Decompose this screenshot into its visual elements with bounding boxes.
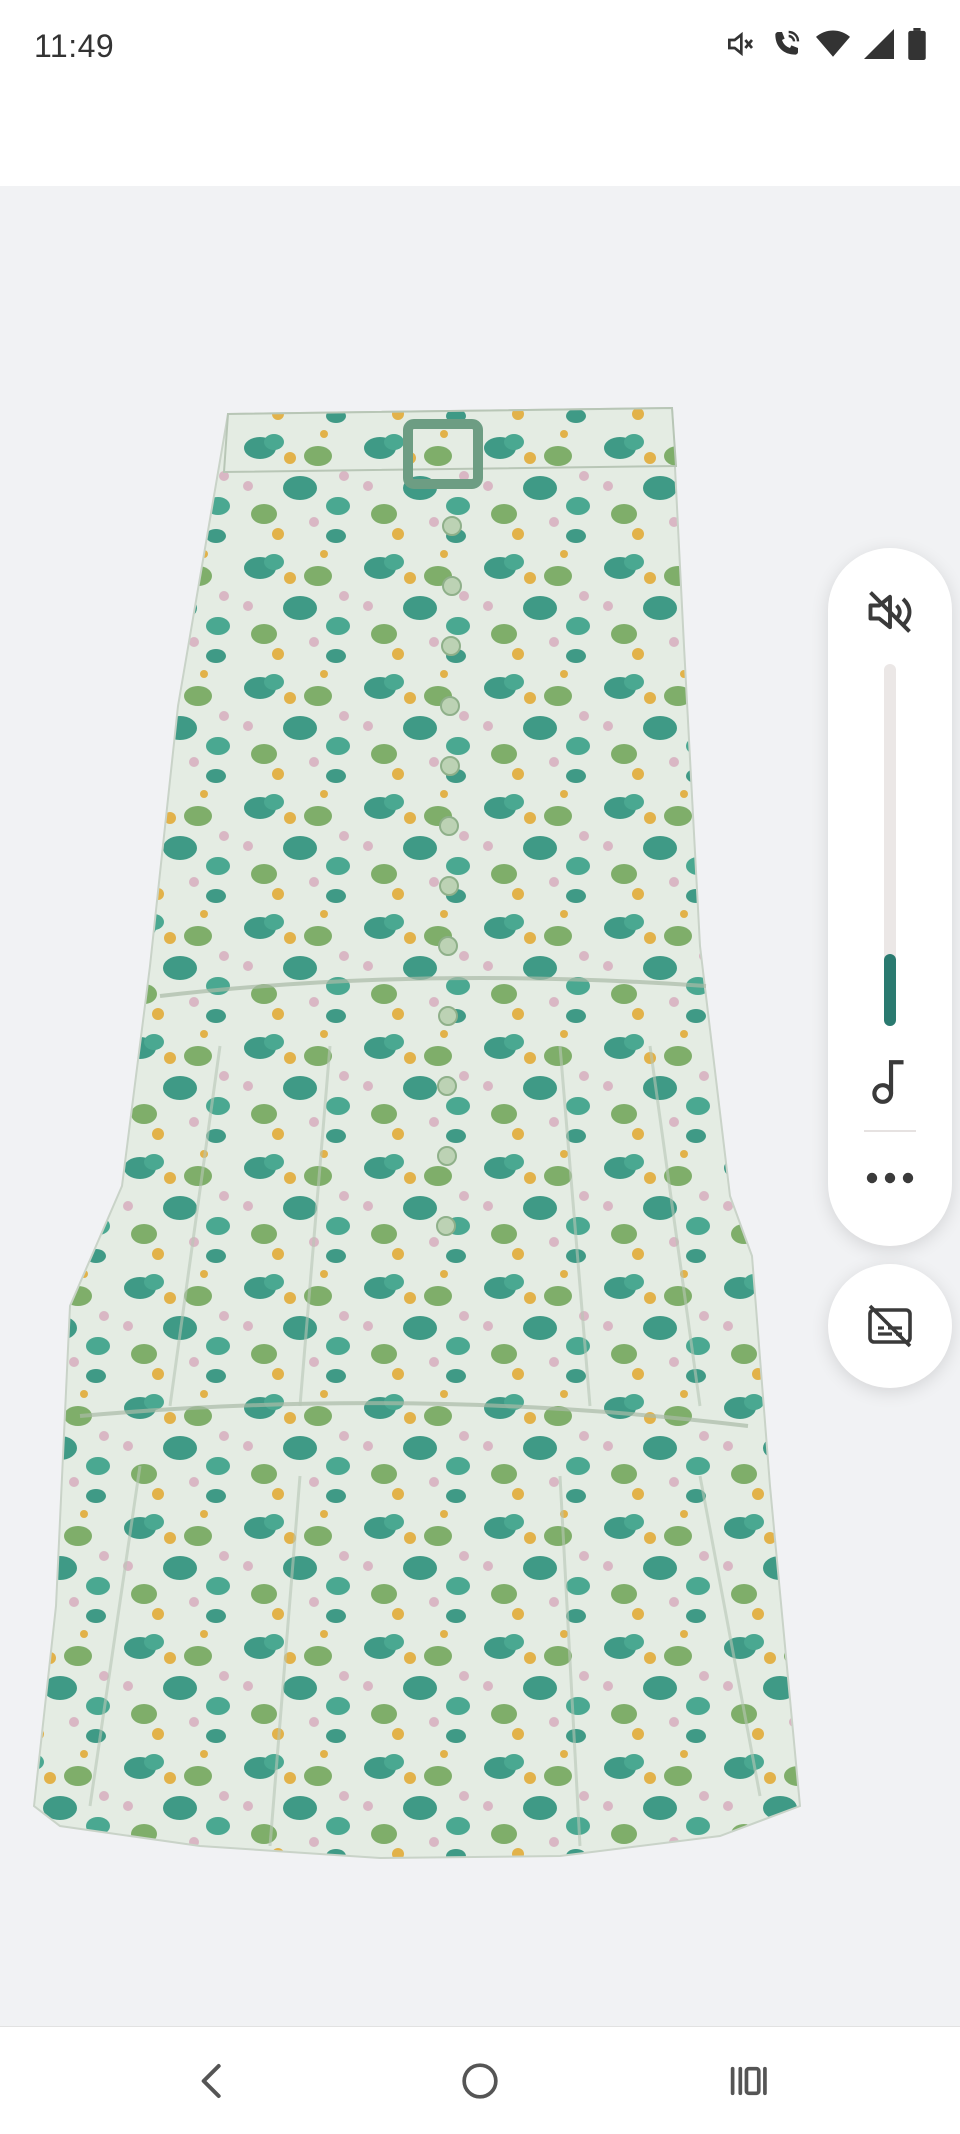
wifi-call-icon — [775, 30, 800, 55]
back-icon — [201, 2064, 221, 2098]
status-icons — [724, 28, 926, 60]
volume-mute-icon[interactable] — [864, 586, 916, 638]
volume-slider[interactable] — [884, 664, 896, 1026]
caption-toggle-button[interactable] — [828, 1264, 952, 1388]
volume-level-fill — [884, 953, 896, 1026]
volume-panel — [828, 548, 952, 1246]
cellular-signal-icon — [864, 29, 894, 59]
more-options-icon[interactable] — [862, 1160, 918, 1196]
captions-off-icon — [868, 1304, 912, 1348]
status-bar: 11:49 — [0, 0, 960, 96]
recents-icon — [730, 2066, 767, 2096]
navigation-bar — [0, 2026, 960, 2134]
music-note-icon[interactable] — [868, 1056, 912, 1106]
mute-icon — [728, 31, 754, 57]
skirt-illustration — [32, 406, 802, 1860]
wifi-icon — [816, 30, 850, 57]
home-icon — [462, 2063, 498, 2099]
home-button[interactable] — [440, 2051, 520, 2111]
recents-button[interactable] — [708, 2051, 788, 2111]
product-image[interactable] — [0, 186, 960, 2026]
battery-icon — [908, 28, 926, 60]
status-time: 11:49 — [34, 28, 115, 64]
volume-panel-divider — [864, 1130, 916, 1132]
back-button[interactable] — [172, 2051, 252, 2111]
